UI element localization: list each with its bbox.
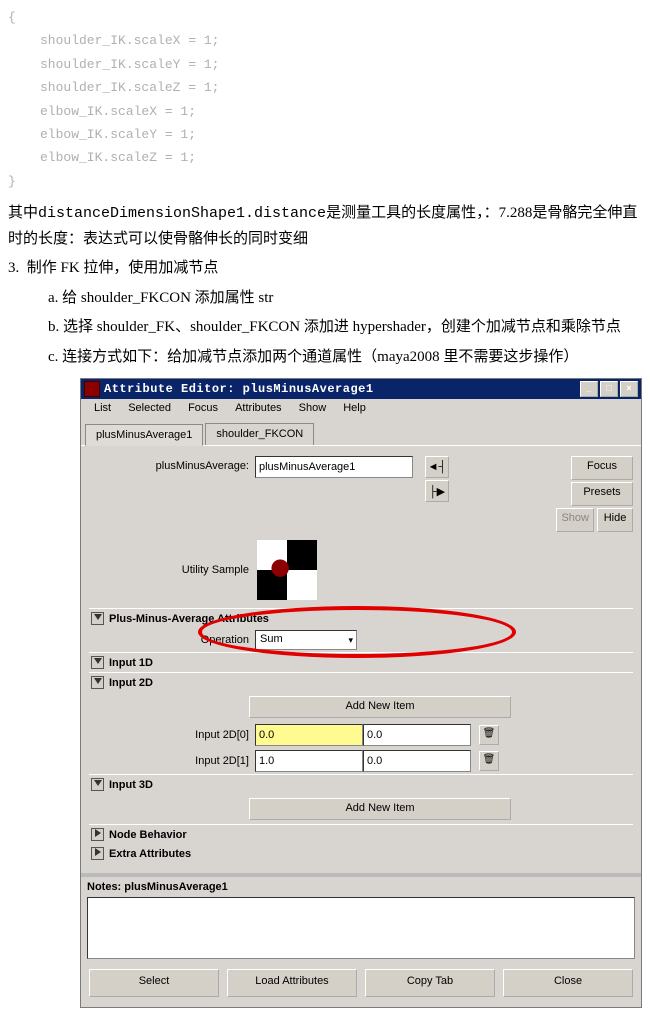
code-line: { [8,6,650,29]
section-title: Plus-Minus-Average Attributes [109,613,269,625]
tab-bar: plusMinusAverage1 shoulder_FKCON [81,417,641,446]
section-title: Node Behavior [109,829,187,841]
attr-type-label: plusMinusAverage: [89,456,255,472]
disclosure-icon [91,656,104,669]
disclosure-icon [91,847,104,860]
tab-plusminusaverage[interactable]: plusMinusAverage1 [85,424,203,446]
node-name-input[interactable] [255,456,413,478]
section-title: Input 1D [109,657,153,669]
attribute-editor-window: Attribute Editor: plusMinusAverage1 _ □ … [80,378,642,1008]
utility-sample-label: Utility Sample [89,564,257,576]
section-input-3d[interactable]: Input 3D [89,774,633,794]
section-input-2d[interactable]: Input 2D [89,672,633,692]
code-line: elbow_IK.scaleX = 1; [8,100,650,123]
window-title: Attribute Editor: plusMinusAverage1 [104,382,578,396]
add-new-item-2d-button[interactable]: Add New Item [249,696,511,718]
notes-label: Notes: plusMinusAverage1 [81,877,641,897]
go-upstream-icon[interactable]: ◄┤ [425,456,449,478]
code-line: shoulder_IK.scaleZ = 1; [8,76,650,99]
presets-button[interactable]: Presets [571,482,633,506]
list-item-b: b. 选择 shoulder_FK、shoulder_FKCON 添加进 hyp… [0,313,650,343]
section-extra-attributes[interactable]: Extra Attributes [89,844,633,863]
code-line: shoulder_IK.scaleY = 1; [8,53,650,76]
code-line: elbow_IK.scaleY = 1; [8,123,650,146]
section-title: Extra Attributes [109,848,191,860]
utility-sample-swatch[interactable] [257,540,317,600]
input2d0-x[interactable] [255,724,363,746]
list-number: 3. [8,260,19,276]
operation-label: Operation [135,634,255,646]
input2d1-x[interactable] [255,750,363,772]
add-new-item-3d-button[interactable]: Add New Item [249,798,511,820]
code-line: elbow_IK.scaleZ = 1; [8,146,650,169]
tab-shoulder-fkcon[interactable]: shoulder_FKCON [205,423,314,445]
load-attributes-button[interactable]: Load Attributes [227,969,357,997]
list-item-a: a. 给 shoulder_FKCON 添加属性 str [0,284,650,314]
code-block: { shoulder_IK.scaleX = 1; shoulder_IK.sc… [0,0,650,199]
maya-icon [84,381,100,397]
close-button-bottom[interactable]: Close [503,969,633,997]
delete-2d0-button[interactable]: 🗑 [479,725,499,745]
list-item-c: c. 连接方式如下：给加减节点添加两个通道属性（maya2008 里不需要这步操… [0,343,650,373]
select-button[interactable]: Select [89,969,219,997]
titlebar: Attribute Editor: plusMinusAverage1 _ □ … [81,379,641,399]
menu-selected[interactable]: Selected [121,402,178,414]
maximize-button[interactable]: □ [600,381,618,397]
code-inline: distanceDimensionShape1.distance [38,205,326,222]
menubar: List Selected Focus Attributes Show Help [81,399,641,417]
section-title: Input 3D [109,779,153,791]
show-button[interactable]: Show [556,508,594,532]
menu-focus[interactable]: Focus [181,402,225,414]
minimize-button[interactable]: _ [580,381,598,397]
input2d1-label: Input 2D[1] [135,755,255,767]
section-title: Input 2D [109,677,153,689]
menu-help[interactable]: Help [336,402,373,414]
section-node-behavior[interactable]: Node Behavior [89,824,633,844]
notes-textarea[interactable] [87,897,635,959]
menu-show[interactable]: Show [292,402,334,414]
focus-button[interactable]: Focus [571,456,633,480]
disclosure-icon [91,676,104,689]
menu-attributes[interactable]: Attributes [228,402,288,414]
hide-button[interactable]: Hide [597,508,633,532]
content-panel: plusMinusAverage: ◄┤ ├▶ Focus Presets Sh… [81,446,641,873]
close-button[interactable]: × [620,381,638,397]
delete-2d1-button[interactable]: 🗑 [479,751,499,771]
menu-list[interactable]: List [87,402,118,414]
code-line: } [8,170,650,193]
code-line: shoulder_IK.scaleX = 1; [8,29,650,52]
list-text: 制作 FK 拉伸，使用加减节点 [27,260,219,276]
copy-tab-button[interactable]: Copy Tab [365,969,495,997]
input2d0-y[interactable] [363,724,471,746]
text: 其中 [8,205,38,221]
paragraph: 其中distanceDimensionShape1.distance是测量工具的… [0,199,650,254]
section-pma-attributes[interactable]: Plus-Minus-Average Attributes [89,608,633,628]
list-item-3: 3. 制作 FK 拉伸，使用加减节点 [0,254,650,284]
section-input-1d[interactable]: Input 1D [89,652,633,672]
select-value: Sum [260,633,283,645]
input2d0-label: Input 2D[0] [135,729,255,741]
operation-select[interactable]: Sum [255,630,357,650]
disclosure-icon [91,778,104,791]
input2d1-y[interactable] [363,750,471,772]
go-downstream-icon[interactable]: ├▶ [425,480,449,502]
disclosure-icon [91,612,104,625]
disclosure-icon [91,828,104,841]
